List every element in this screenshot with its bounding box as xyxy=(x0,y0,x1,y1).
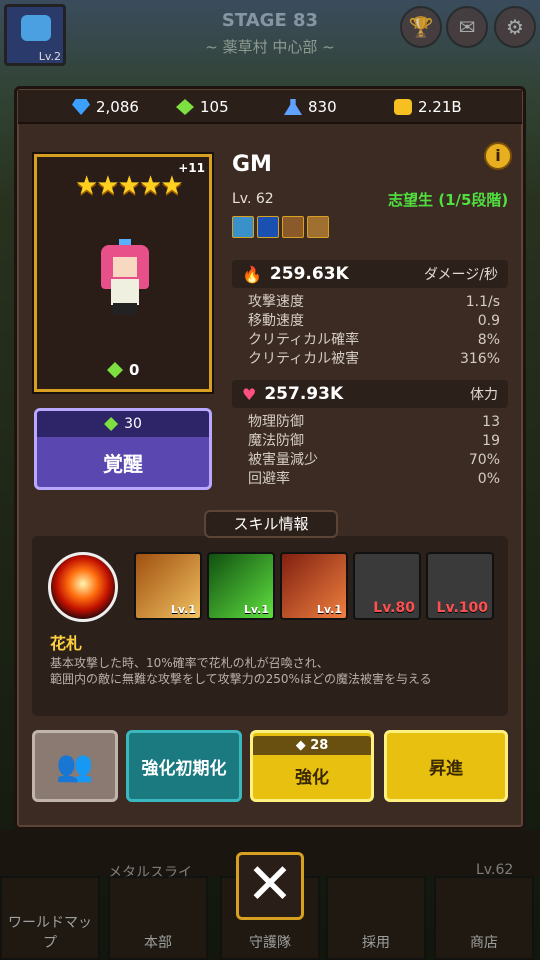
stat-crit-rate: クリティカル確率 8% xyxy=(248,332,500,348)
locked-skill-slot-4[interactable]: Lv.80 xyxy=(353,552,421,620)
stat-dmg-reduce: 被害量減少 70% xyxy=(248,452,500,468)
stat-crit-damage: クリティカル被害 316% xyxy=(248,351,500,367)
upgrade-cost: ◆ 28 xyxy=(253,736,371,755)
green-gem-icon xyxy=(104,417,119,431)
upgrade-button[interactable]: ◆ 28 強化 xyxy=(250,730,374,802)
gold-coin-icon xyxy=(394,99,412,115)
awaken-button[interactable]: 30 覚醒 xyxy=(34,408,212,490)
attack-label: ダメージ/秒 xyxy=(423,267,498,283)
hp-row: ♥ 257.93K 体力 xyxy=(232,380,508,408)
stat-attack-speed: 攻撃速度 1.1/s xyxy=(248,294,500,310)
green-gem-counter: 105 xyxy=(176,98,229,116)
hanafuda-skill-icon[interactable] xyxy=(48,552,118,622)
resource-bar: 2,086 105 830 2.21B xyxy=(18,90,522,124)
skill-slot-3[interactable]: Lv.1 xyxy=(280,552,348,620)
hero-name: GM xyxy=(232,152,272,177)
awaken-cost: 30 xyxy=(37,411,209,437)
stat-phys-def: 物理防御 13 xyxy=(248,414,500,430)
hp-value: 257.93K xyxy=(264,384,344,404)
green-gem-icon xyxy=(176,99,194,115)
top-bar: Lv.2 STAGE 83 ~ 薬草村 中心部 ~ 🏆 ✉ ⚙ xyxy=(0,0,540,72)
hp-label: 体力 xyxy=(470,387,498,403)
awaken-label: 覚醒 xyxy=(103,451,143,476)
heart-icon: ♥ xyxy=(242,384,257,404)
enhance-plus: +11 xyxy=(178,161,205,175)
scroll-icon xyxy=(307,216,329,238)
stat-move-speed: 移動速度 0.9 xyxy=(248,313,500,329)
blue-gem-icon xyxy=(72,99,90,115)
reset-upgrade-button[interactable]: 強化初期化 xyxy=(126,730,242,802)
gear-icon[interactable]: ⚙ xyxy=(494,6,536,48)
gold-counter: 2.21B xyxy=(394,98,462,116)
remove-party-icon: 👥 xyxy=(56,748,94,784)
green-gem-icon xyxy=(107,362,123,378)
skill-slot-2[interactable]: Lv.1 xyxy=(207,552,275,620)
promote-button[interactable]: 昇進 xyxy=(384,730,508,802)
magic-flame-icon xyxy=(257,216,279,238)
potion-counter: 830 xyxy=(284,98,337,116)
stat-evasion: 回避率 0% xyxy=(248,471,500,487)
info-icon[interactable]: i xyxy=(484,142,512,170)
flame-icon: 🔥 xyxy=(242,264,262,284)
dismiss-hero-button[interactable]: 👥 xyxy=(32,730,118,802)
attack-row: 🔥 259.63K ダメージ/秒 xyxy=(232,260,508,288)
close-button[interactable]: ✕ xyxy=(236,852,304,920)
mail-icon[interactable]: ✉ xyxy=(446,6,488,48)
nav-headquarters[interactable]: 本部 xyxy=(108,876,208,960)
skill-description: 基本攻撃した時、10%確率で花札の札が召喚され、 範囲内の敵に無難な攻撃をして攻… xyxy=(50,656,432,686)
hero-gem-count: 0 xyxy=(107,361,139,379)
hero-level: Lv. 62 xyxy=(232,191,274,207)
potion-icon xyxy=(284,99,302,115)
hero-tags xyxy=(232,216,329,238)
gem-counter: 2,086 xyxy=(72,98,139,116)
stat-magic-def: 魔法防御 19 xyxy=(248,433,500,449)
hero-rank: 志望生 (1/5段階) xyxy=(388,191,509,209)
hero-portrait: ★★★★★ +11 0 xyxy=(34,154,212,392)
skill-header: スキル情報 xyxy=(204,510,338,538)
skill-slot-1[interactable]: Lv.1 xyxy=(134,552,202,620)
bow-icon xyxy=(282,216,304,238)
hero-sprite xyxy=(101,239,149,317)
nav-recruit[interactable]: 採用 xyxy=(326,876,426,960)
locked-skill-slot-5[interactable]: Lv.100 xyxy=(426,552,494,620)
portrait-tag-icon xyxy=(232,216,254,238)
nav-shop[interactable]: 商店 xyxy=(434,876,534,960)
nav-world-map[interactable]: ワールドマップ xyxy=(0,876,100,960)
star-rating: ★★★★★ xyxy=(75,171,184,201)
attack-value: 259.63K xyxy=(269,264,349,284)
skill-name: 花札 xyxy=(50,634,83,653)
trophy-icon[interactable]: 🏆 xyxy=(400,6,442,48)
